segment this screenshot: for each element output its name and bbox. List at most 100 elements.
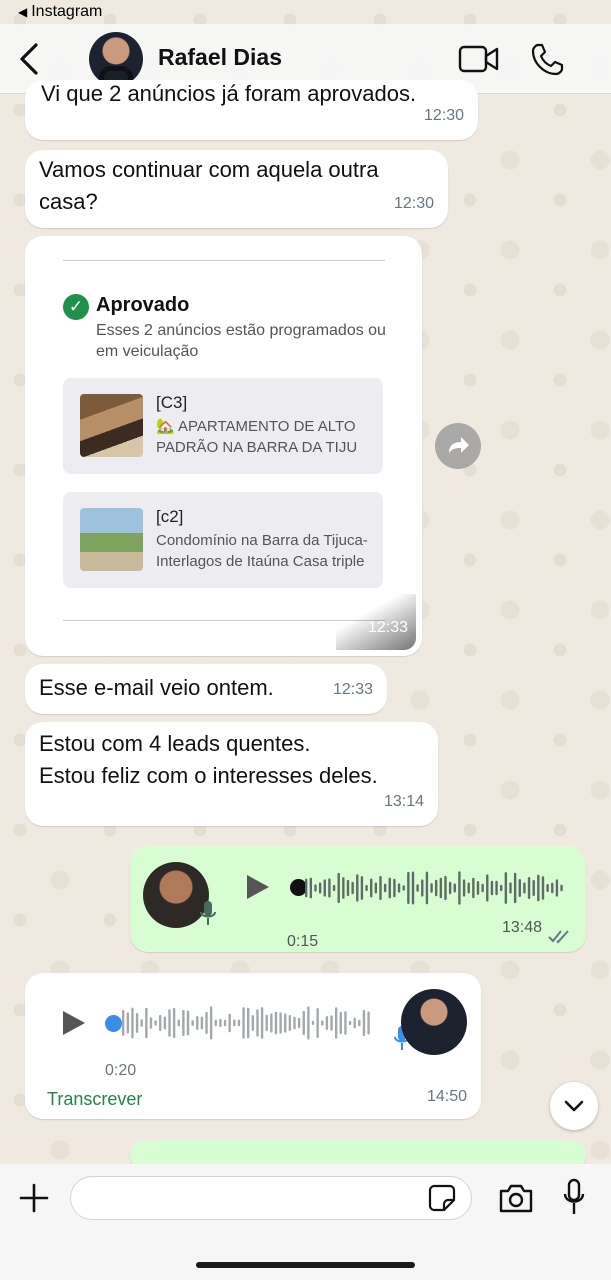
message-time: 13:48 xyxy=(501,919,542,936)
waveform-bar xyxy=(490,880,494,896)
playback-knob[interactable] xyxy=(105,1015,122,1032)
waveform-bar xyxy=(265,1014,268,1032)
waveform-bar xyxy=(233,1019,236,1027)
waveform-bar xyxy=(288,1015,292,1031)
waveform-bar xyxy=(228,1013,231,1033)
waveform-bar xyxy=(495,880,498,896)
ad-approval-card[interactable]: ✓ Aprovado Esses 2 anúncios estão progra… xyxy=(25,236,422,656)
waveform-bar xyxy=(481,883,484,893)
waveform-bar xyxy=(328,878,331,898)
ad-tag: [c2] xyxy=(156,507,184,526)
waveform-bar xyxy=(302,1010,305,1036)
waveform-bar xyxy=(486,874,489,902)
waveform-bar xyxy=(353,1017,356,1029)
voice-message-incoming[interactable]: 0:20 Transcrever 14:50 xyxy=(25,973,481,1119)
message-bubble-incoming[interactable]: Vi que 2 anúncios já foram aprovados. 12… xyxy=(25,80,478,140)
waveform-bar xyxy=(159,1014,162,1032)
waveform-bar xyxy=(374,882,378,894)
waveform-bar xyxy=(247,1007,250,1039)
waveform-bar xyxy=(523,882,526,894)
contact-name[interactable]: Rafael Dias xyxy=(158,44,282,71)
play-icon[interactable] xyxy=(243,873,271,901)
waveform-bar xyxy=(383,883,387,893)
video-call-icon[interactable] xyxy=(458,44,500,74)
waveform-bar xyxy=(256,1009,259,1037)
ad-item[interactable]: [c2] Condomínio na Barra da Tijuca- Inte… xyxy=(63,492,383,588)
chevron-down-icon[interactable] xyxy=(550,1082,598,1130)
waveform-bar xyxy=(145,1007,148,1039)
waveform-bar xyxy=(126,1012,130,1034)
waveform-bar xyxy=(311,1020,315,1026)
waveform-bar xyxy=(242,1007,245,1039)
message-text: Vamos continuar com aquela outra casa? xyxy=(39,157,379,214)
ad-thumbnail xyxy=(80,508,143,571)
waveform-bar xyxy=(504,872,508,904)
waveform-bar xyxy=(435,879,438,897)
message-time: 12:30 xyxy=(423,107,464,124)
waveform-bar xyxy=(421,879,424,897)
waveform-bar xyxy=(407,871,410,905)
message-bubble-incoming[interactable]: Vamos continuar com aquela outra casa? 1… xyxy=(25,150,448,228)
waveform-bar xyxy=(346,879,350,897)
home-indicator xyxy=(196,1262,415,1268)
waveform-bar xyxy=(325,1015,329,1031)
waveform[interactable] xyxy=(304,868,564,908)
waveform-bar xyxy=(358,1019,361,1027)
waveform-bar xyxy=(219,1018,222,1028)
voice-message-outgoing[interactable]: 0:15 13:48 xyxy=(130,846,586,952)
ad-item[interactable]: [C3] 🏡 APARTAMENTO DE ALTO PADRÃO NA BAR… xyxy=(63,378,383,474)
waveform-bar xyxy=(425,871,429,905)
waveform-bar xyxy=(462,879,466,897)
waveform-bar xyxy=(284,1013,287,1033)
waveform-bar xyxy=(560,884,563,892)
waveform-bar xyxy=(332,884,336,892)
waveform-bar xyxy=(555,879,559,897)
waveform-bar xyxy=(546,883,549,893)
waveform-bar xyxy=(200,1016,204,1030)
waveform-bar xyxy=(186,1010,190,1036)
status-bar: ◀ Instagram xyxy=(0,0,611,24)
camera-icon[interactable] xyxy=(498,1182,534,1214)
phone-icon[interactable] xyxy=(530,41,566,77)
waveform-bar xyxy=(168,1009,171,1037)
check-circle-icon: ✓ xyxy=(63,294,89,320)
waveform-bar xyxy=(393,878,396,898)
voice-duration: 0:15 xyxy=(287,933,319,950)
mic-icon xyxy=(200,901,216,925)
waveform-bar xyxy=(131,1007,134,1039)
message-bubble-incoming[interactable]: Estou com 4 leads quentes. Estou feliz c… xyxy=(25,722,438,826)
waveform-bar xyxy=(182,1009,185,1037)
message-bubble-incoming[interactable]: Esse e-mail veio ontem. 12:33 xyxy=(25,664,387,714)
waveform-bar xyxy=(356,874,359,902)
mic-icon[interactable] xyxy=(563,1178,585,1216)
waveform-bar xyxy=(448,881,452,895)
waveform-bar xyxy=(149,1017,153,1029)
message-input[interactable] xyxy=(70,1176,472,1220)
waveform-bar xyxy=(388,877,391,899)
waveform-bar xyxy=(314,884,317,892)
waveform-bar xyxy=(307,1006,310,1040)
waveform-bar xyxy=(260,1007,264,1039)
back-triangle-icon: ◀ xyxy=(18,5,28,19)
sticker-icon[interactable] xyxy=(428,1184,456,1212)
card-description: Esses 2 anúncios estão programados ou em… xyxy=(96,322,386,360)
back-icon[interactable] xyxy=(16,42,42,76)
plus-icon[interactable] xyxy=(18,1182,50,1214)
waveform-bar xyxy=(541,876,545,900)
waveform-bar xyxy=(513,872,517,904)
waveform-bar xyxy=(270,1013,273,1033)
waveform-bar xyxy=(305,878,308,898)
waveform-bar xyxy=(397,883,401,893)
waveform-bar xyxy=(274,1011,278,1035)
waveform-bar xyxy=(509,882,512,894)
waveform[interactable] xyxy=(121,1003,371,1043)
double-check-icon xyxy=(548,930,569,944)
transcribe-link[interactable]: Transcrever xyxy=(47,1083,142,1115)
waveform-bar xyxy=(339,1011,342,1035)
play-icon[interactable] xyxy=(59,1009,87,1037)
waveform-bar xyxy=(321,1020,324,1026)
waveform-bar xyxy=(402,885,405,891)
forward-icon[interactable] xyxy=(435,423,481,469)
back-to-app[interactable]: ◀ Instagram xyxy=(18,3,102,21)
waveform-bar xyxy=(467,882,470,894)
